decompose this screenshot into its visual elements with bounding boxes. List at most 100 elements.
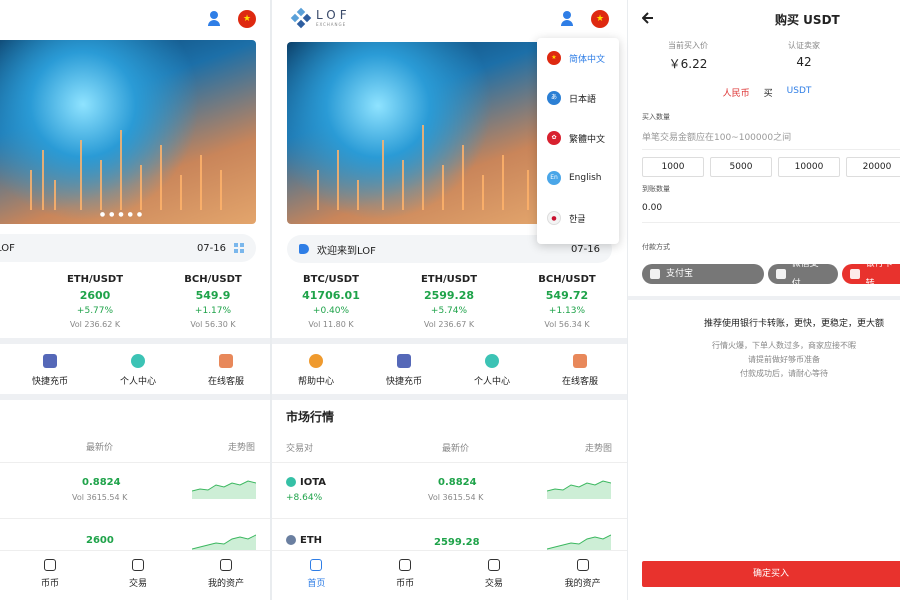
buy-usdt-screen: 购买 USDT 当前买入价 ￥6.22 认证卖家 42 人民币 买 USDT 买… xyxy=(628,0,900,600)
tab-spot[interactable]: 币币 xyxy=(361,551,450,600)
banner-image[interactable] xyxy=(287,42,547,224)
home-icon xyxy=(310,559,323,571)
tab-buy[interactable]: 买 xyxy=(764,86,773,99)
bottom-tab-bar: 币币 交易 我的资产 xyxy=(0,550,270,600)
ticker-pair: ETH/USDT xyxy=(66,274,124,285)
banner-image[interactable]: ●●●●● xyxy=(0,40,256,224)
amount-5000[interactable]: 5000 xyxy=(710,157,772,177)
wallet-icon xyxy=(576,559,589,571)
tip-line: 行情火爆，下单人数过多，商家应接不暇 xyxy=(712,341,856,350)
china-flag-icon[interactable]: ★ xyxy=(238,10,256,28)
banner-pagination-dots[interactable]: ●●●●● xyxy=(0,211,256,218)
home-screen-left: ★ ●●●●● LOF 07-16 ETH/USDT 2600 +5.77% V… xyxy=(0,0,270,600)
support-icon xyxy=(219,354,233,368)
ticker-eth[interactable]: ETH/USDT 2599.28 +5.74% Vol 236.67 K xyxy=(390,274,508,329)
sparkline xyxy=(192,480,256,499)
ticker-price: 2600 xyxy=(79,289,111,302)
quick-support[interactable]: 在线客服 xyxy=(182,354,270,387)
market-title: 市场行情 xyxy=(286,410,335,424)
ticker-bch[interactable]: BCH/USDT 549.72 +1.13% Vol 56.34 K xyxy=(508,274,626,329)
ticker-pair: BCH/USDT xyxy=(184,274,242,285)
market-head-price: 最新价 xyxy=(86,443,114,453)
ticker-btc[interactable]: BTC/USDT 41706.01 +0.40% Vol 11.80 K xyxy=(272,274,390,329)
user-icon[interactable] xyxy=(559,10,577,28)
ticker-vol: Vol 56.30 K xyxy=(190,320,236,329)
buy-amount-input[interactable]: 单笔交易金额应在100~100000之间 xyxy=(642,130,900,150)
quick-profile[interactable]: 个人中心 xyxy=(94,354,182,387)
stat-sellers: 认证卖家 42 xyxy=(788,41,820,69)
hongkong-flag-icon: ✿ xyxy=(547,131,561,145)
market-row-iota[interactable]: IOTA +8.64% 0.8824 Vol 3615.54 K xyxy=(272,462,627,518)
logo-mark-icon xyxy=(290,7,312,28)
alipay-icon xyxy=(650,269,660,279)
pay-alipay-button[interactable]: 支付宝 xyxy=(642,264,764,284)
logo[interactable]: LOF EXCHANGE xyxy=(290,7,351,28)
tab-assets[interactable]: 我的资产 xyxy=(538,551,627,600)
lang-ko[interactable]: ● 한글 xyxy=(537,198,619,238)
ticker-change: +5.77% xyxy=(76,306,114,316)
pay-wechat-button[interactable]: 微信支付 xyxy=(768,259,838,289)
english-icon: En xyxy=(547,171,561,185)
quick-profile[interactable]: 个人中心 xyxy=(448,354,536,387)
amount-10000[interactable]: 10000 xyxy=(778,157,840,177)
quick-help[interactable]: 帮助中心 xyxy=(272,354,360,387)
tab-home[interactable]: 首页 xyxy=(272,551,361,600)
trade-icon xyxy=(487,559,500,571)
notice-text: LOF xyxy=(0,242,15,254)
tab-trade[interactable]: 交易 xyxy=(94,551,182,600)
wechat-icon xyxy=(776,269,786,279)
market-head-trend: 走势图 xyxy=(585,444,613,454)
receive-label: 到账数量 xyxy=(642,185,670,193)
pay-bank-button[interactable]: 银行卡转 xyxy=(842,259,900,289)
quick-deposit[interactable]: 快捷充币 xyxy=(6,354,94,387)
market-head-price: 最新价 xyxy=(442,444,470,454)
bank-card-icon xyxy=(850,269,860,279)
logo-text: LOF xyxy=(316,8,351,22)
trade-icon xyxy=(132,559,144,571)
amount-1000[interactable]: 1000 xyxy=(642,157,704,177)
tab-cny[interactable]: 人民币 xyxy=(723,86,750,99)
ticker-vol: Vol 236.62 K xyxy=(69,320,121,329)
lang-en[interactable]: En English xyxy=(537,158,619,198)
ticker-change: +1.17% xyxy=(194,306,232,316)
page-title: 购买 USDT xyxy=(775,13,840,27)
tip-main: 推荐使用银行卡转账，更快，更稳定，更大额 xyxy=(704,319,885,329)
notice-date: 07-16 xyxy=(196,242,226,254)
quick-support[interactable]: 在线客服 xyxy=(536,354,624,387)
grid-icon[interactable] xyxy=(234,243,244,253)
ticker-price: 549.9 xyxy=(195,289,231,302)
notice-text: 欢迎来到LOF xyxy=(317,245,376,257)
tab-assets[interactable]: 我的资产 xyxy=(182,551,270,600)
tab-usdt[interactable]: USDT xyxy=(787,86,812,99)
notice-date: 07-16 xyxy=(570,243,600,255)
language-flag-button[interactable]: ★ xyxy=(591,10,609,28)
user-icon[interactable] xyxy=(206,10,224,28)
profile-icon xyxy=(485,354,499,368)
receive-amount: 0.00 xyxy=(642,203,900,223)
amount-20000[interactable]: 20000 xyxy=(846,157,900,177)
support-icon xyxy=(573,354,587,368)
tab-spot[interactable]: 币币 xyxy=(6,551,94,600)
ticker-eth[interactable]: ETH/USDT 2600 +5.77% Vol 236.62 K xyxy=(36,274,154,329)
quick-deposit[interactable]: 快捷充币 xyxy=(360,354,448,387)
tab-trade[interactable]: 交易 xyxy=(450,551,539,600)
confirm-buy-button[interactable]: 确定买入 xyxy=(642,561,900,587)
lang-zh-tw[interactable]: ✿ 繁體中文 xyxy=(537,118,619,158)
lang-ja[interactable]: あ日本語 xyxy=(537,78,619,118)
notice-bar[interactable]: LOF 07-16 xyxy=(0,234,256,262)
tip-line: 付款成功后，请耐心等待 xyxy=(740,369,828,378)
tip-line: 请提前做好够币准备 xyxy=(748,355,820,364)
lang-zh-cn[interactable]: ★ 简体中文 xyxy=(537,38,619,78)
japanese-icon: あ xyxy=(547,91,561,105)
pay-method-label: 付款方式 xyxy=(642,243,670,251)
buy-amount-label: 买入数量 xyxy=(642,113,670,121)
deposit-icon xyxy=(43,354,57,368)
ticker-bch[interactable]: BCH/USDT 549.9 +1.17% Vol 56.30 K xyxy=(154,274,270,329)
market-row[interactable]: 0.8824 Vol 3615.54 K xyxy=(0,462,270,518)
language-menu: ★ 简体中文 あ日本語 ✿ 繁體中文 En English ● 한글 xyxy=(537,38,619,244)
profile-icon xyxy=(131,354,145,368)
eth-coin-icon xyxy=(286,535,296,545)
market-head-pair: 交易对 xyxy=(286,444,314,454)
korea-flag-icon: ● xyxy=(547,211,561,225)
bottom-tab-bar: 首页 币币 交易 我的资产 xyxy=(272,550,627,600)
